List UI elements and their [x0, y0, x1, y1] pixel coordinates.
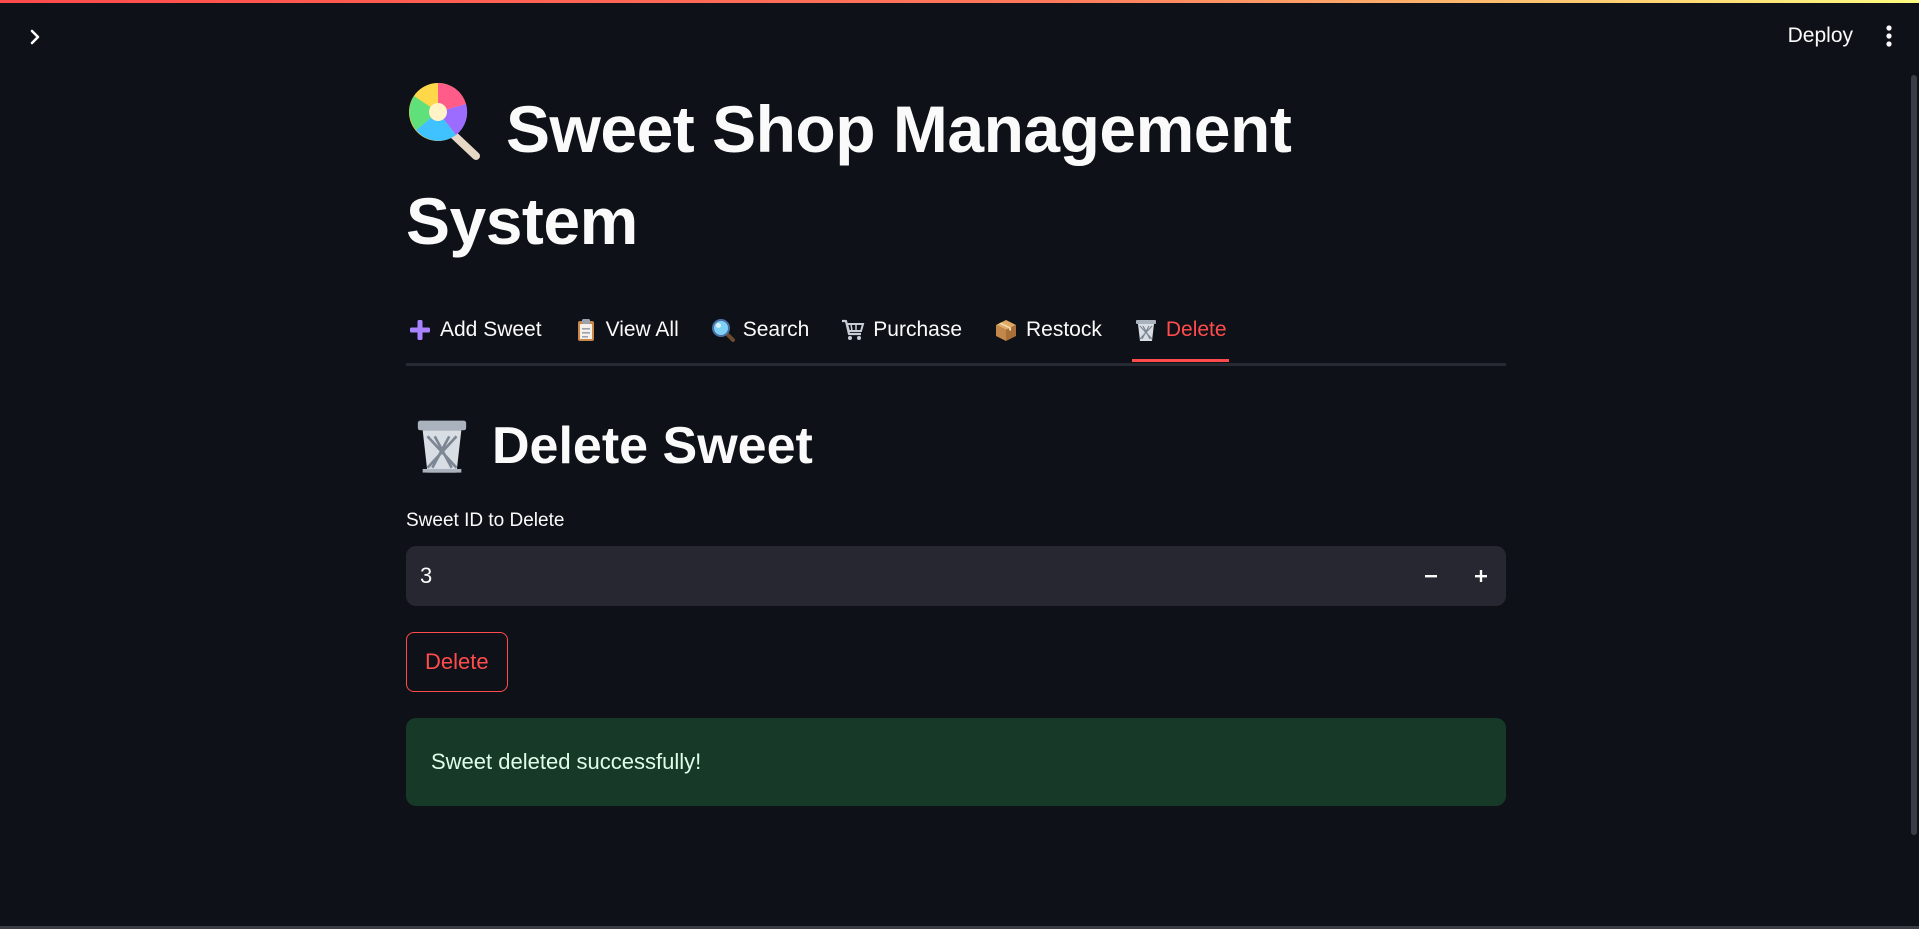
tab-label: Restock: [1026, 318, 1102, 341]
main-content: Sweet Shop Management System Add Sweet V…: [406, 80, 1506, 806]
tab-label: Purchase: [873, 318, 962, 341]
lollipop-icon: [406, 80, 486, 179]
plus-icon: [408, 318, 432, 342]
tab-bar: Add Sweet View All Search Purchase Resto…: [406, 301, 1506, 366]
section-title-text: Delete Sweet: [492, 417, 813, 475]
header-toolbar: Deploy: [1784, 18, 1899, 54]
increment-button[interactable]: [1456, 546, 1506, 606]
tab-delete[interactable]: Delete: [1131, 301, 1229, 362]
scrollbar[interactable]: [1911, 75, 1917, 835]
top-decoration-bar: [0, 0, 1919, 3]
success-alert: Sweet deleted successfully!: [406, 718, 1506, 806]
delete-button[interactable]: Delete: [406, 632, 508, 692]
tab-add-sweet[interactable]: Add Sweet: [406, 301, 544, 359]
page-title-text: Sweet Shop Management System: [406, 92, 1292, 258]
tab-restock[interactable]: Restock: [992, 301, 1104, 359]
sweet-id-input[interactable]: [406, 545, 1406, 607]
decrement-button[interactable]: [1406, 546, 1456, 606]
package-icon: [994, 318, 1018, 342]
clipboard-icon: [574, 318, 598, 342]
wastebasket-icon: [414, 417, 470, 475]
success-message: Sweet deleted successfully!: [431, 749, 702, 774]
tab-label: Add Sweet: [440, 318, 542, 341]
sidebar-toggle-button[interactable]: [20, 22, 50, 52]
tab-purchase[interactable]: Purchase: [839, 301, 964, 359]
plus-icon: [1475, 570, 1487, 582]
wastebasket-icon: [1134, 318, 1158, 342]
tab-search[interactable]: Search: [709, 301, 812, 359]
magnifier-icon: [711, 318, 735, 342]
sweet-id-label: Sweet ID to Delete: [406, 510, 565, 531]
main-menu-button[interactable]: [1879, 18, 1899, 54]
section-title: Delete Sweet: [414, 414, 1506, 478]
page-title: Sweet Shop Management System: [406, 80, 1506, 263]
deploy-button[interactable]: Deploy: [1784, 18, 1857, 54]
tab-view-all[interactable]: View All: [572, 301, 681, 359]
tab-label: View All: [605, 318, 679, 341]
shopping-cart-icon: [841, 318, 865, 342]
tab-label: Search: [742, 318, 810, 341]
kebab-menu-icon: [1886, 25, 1892, 47]
chevron-right-icon: [30, 29, 40, 45]
sweet-id-stepper: [406, 545, 1506, 607]
minus-icon: [1425, 575, 1437, 578]
tab-label: Delete: [1165, 318, 1227, 341]
